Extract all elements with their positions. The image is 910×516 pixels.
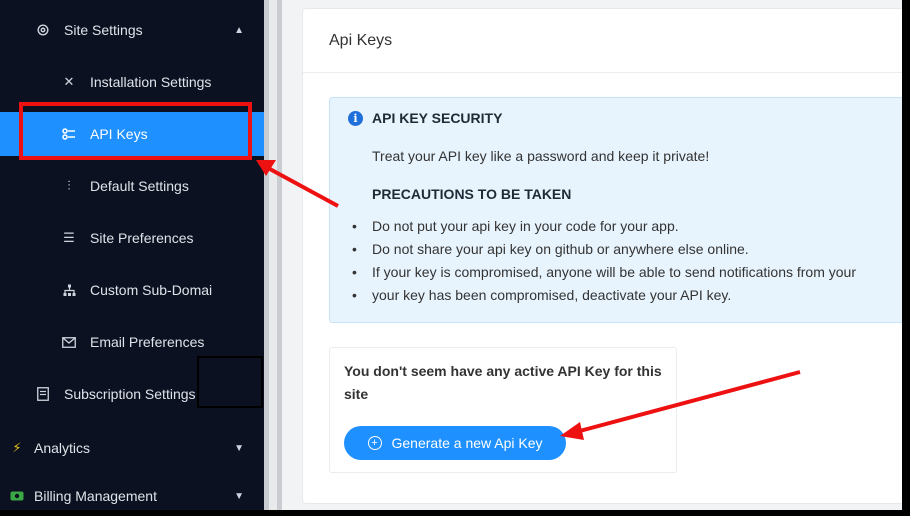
no-api-key-box: You don't seem have any active API Key f…: [329, 347, 677, 473]
sidebar-item-label: Site Preferences: [90, 230, 194, 246]
sidebar-item-email-preferences[interactable]: Email Preferences: [0, 320, 264, 364]
button-label: Generate a new Api Key: [391, 435, 543, 451]
tools-icon: ✕: [63, 74, 75, 89]
sidebar-item-label: API Keys: [90, 126, 148, 142]
sidebar-item-installation-settings[interactable]: ✕ Installation Settings: [0, 60, 264, 104]
plus-circle-icon: +: [367, 436, 382, 450]
list-item: Do not share your api key on github or a…: [352, 238, 910, 261]
envelope-icon: [60, 336, 78, 348]
sidebar-item-label: Billing Management: [34, 488, 157, 504]
page-title: Api Keys: [303, 9, 910, 73]
alert-subtitle: Treat your API key like a password and k…: [372, 148, 710, 164]
list-settings-icon: ☰: [63, 230, 75, 245]
sliders-icon: ⫶: [67, 178, 71, 193]
sidebar-item-label: Subscription Settings: [64, 386, 196, 402]
sidebar-item-site-settings[interactable]: Site Settings ▲: [0, 8, 264, 52]
receipt-icon: [34, 387, 52, 401]
sidebar-item-site-preferences[interactable]: ☰ Site Preferences: [0, 216, 264, 260]
key-icon: [60, 128, 78, 140]
analytics-icon: ⚡: [12, 440, 22, 455]
scrollbar-track: [269, 0, 277, 516]
list-item: If your key is compromised, anyone will …: [352, 261, 910, 284]
sidebar-item-custom-sub-domain[interactable]: Custom Sub-Domai: [0, 268, 264, 312]
chevron-down-icon[interactable]: ▼: [234, 443, 244, 454]
generate-api-key-button[interactable]: + Generate a new Api Key: [344, 426, 566, 460]
main-content: Api Keys i API KEY SECURITY Treat your A…: [282, 0, 910, 516]
sitemap-icon: [60, 284, 78, 297]
sidebar-item-label: Default Settings: [90, 178, 189, 194]
frame-border-right: [902, 0, 910, 516]
sidebar-item-label: Email Preferences: [90, 334, 205, 350]
sidebar-item-label: Analytics: [34, 440, 91, 456]
sidebar-item-subscription-settings[interactable]: Subscription Settings: [0, 372, 264, 416]
gear-icon: [34, 23, 52, 37]
sidebar: Site Settings ▲ ✕ Installation Settings …: [0, 0, 264, 516]
security-alert: i API KEY SECURITY Treat your API key li…: [329, 97, 910, 323]
info-icon: i: [348, 110, 363, 126]
alert-title: API KEY SECURITY: [372, 110, 503, 126]
sidebar-item-label: Site Settings: [64, 22, 143, 38]
sidebar-item-analytics[interactable]: ⚡ Analytics ▼: [0, 426, 264, 470]
alert-title-row: i API KEY SECURITY: [348, 110, 502, 126]
list-item-continuation: your key has been compromised, deactivat…: [352, 284, 910, 307]
chevron-up-icon[interactable]: ▲: [234, 25, 244, 36]
frame-border-bottom: [0, 510, 910, 516]
sidebar-item-label: Installation Settings: [90, 74, 212, 90]
list-item: Do not put your api key in your code for…: [352, 215, 910, 238]
api-keys-card: Api Keys i API KEY SECURITY Treat your A…: [302, 8, 910, 504]
precautions-list: Do not put your api key in your code for…: [352, 215, 910, 307]
sidebar-item-api-keys[interactable]: API Keys: [0, 112, 264, 156]
sidebar-item-default-settings[interactable]: ⫶ Default Settings: [0, 164, 264, 208]
sidebar-item-label: Custom Sub-Domai: [90, 282, 213, 298]
empty-state-message: You don't seem have any active API Key f…: [344, 363, 662, 402]
precautions-title: PRECAUTIONS TO BE TAKEN: [372, 186, 572, 202]
money-icon: [8, 491, 26, 501]
sidebar-scrollbar[interactable]: [264, 0, 282, 516]
chevron-down-icon[interactable]: ▼: [234, 491, 244, 502]
